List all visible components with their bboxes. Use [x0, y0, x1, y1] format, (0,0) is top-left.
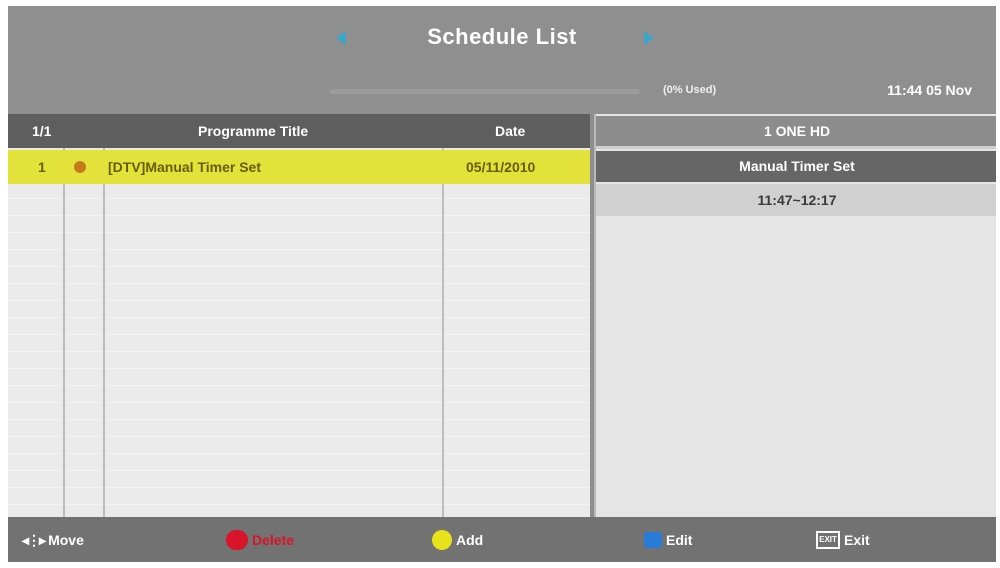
- delete-button[interactable]: Delete: [226, 530, 294, 550]
- detail-time: 11:47~12:17: [596, 184, 996, 216]
- add-button[interactable]: Add: [432, 530, 483, 550]
- column-header-index: 1/1: [32, 123, 52, 139]
- column-divider: [63, 148, 65, 517]
- page-title: Schedule List: [427, 24, 577, 49]
- table-row[interactable]: 1 [DTV]Manual Timer Set 05/11/2010: [8, 150, 590, 184]
- schedule-screen: Schedule List (0% Used) 11:44 05 Nov 1/1…: [8, 6, 996, 562]
- schedule-table: 1/1 Programme Title Date 1 [DTV]Manual T…: [8, 114, 590, 517]
- add-label: Add: [456, 532, 484, 548]
- footer: ◂⋮▸ Move Delete Add Edit EXIT Exit: [8, 517, 996, 562]
- table-header: 1/1 Programme Title Date: [8, 114, 590, 148]
- row-date: 05/11/2010: [466, 159, 536, 175]
- header: Schedule List (0% Used) 11:44 05 Nov: [8, 6, 996, 114]
- exit-button[interactable]: EXIT Exit: [816, 530, 870, 550]
- column-divider: [442, 148, 444, 517]
- column-divider: [103, 148, 105, 517]
- record-dot-icon: [74, 161, 86, 173]
- detail-panel: 1 ONE HD Manual Timer Set 11:47~12:17: [594, 114, 996, 517]
- detail-event: Manual Timer Set: [596, 151, 996, 182]
- exit-icon: EXIT: [816, 531, 840, 549]
- row-title: [DTV]Manual Timer Set: [108, 159, 261, 175]
- blue-button-icon: [644, 532, 662, 548]
- storage-usage-bar: [330, 89, 640, 94]
- red-button-icon: [226, 530, 248, 550]
- delete-label: Delete: [252, 532, 295, 548]
- column-header-date: Date: [495, 123, 526, 139]
- table-background: [8, 148, 590, 517]
- yellow-button-icon: [432, 530, 452, 550]
- exit-label: Exit: [844, 532, 870, 548]
- row-index: 1: [38, 159, 46, 175]
- clock: 11:44 05 Nov: [887, 82, 972, 98]
- move-label: Move: [48, 532, 84, 548]
- right-arrow-icon[interactable]: [644, 31, 654, 45]
- move-icon: ◂⋮▸: [22, 531, 46, 548]
- edit-label: Edit: [666, 532, 693, 548]
- column-header-title: Programme Title: [198, 123, 309, 139]
- move-button[interactable]: ◂⋮▸ Move: [22, 530, 84, 550]
- detail-channel: 1 ONE HD: [596, 116, 996, 149]
- storage-usage-text: (0% Used): [663, 84, 717, 96]
- edit-button[interactable]: Edit: [644, 530, 692, 550]
